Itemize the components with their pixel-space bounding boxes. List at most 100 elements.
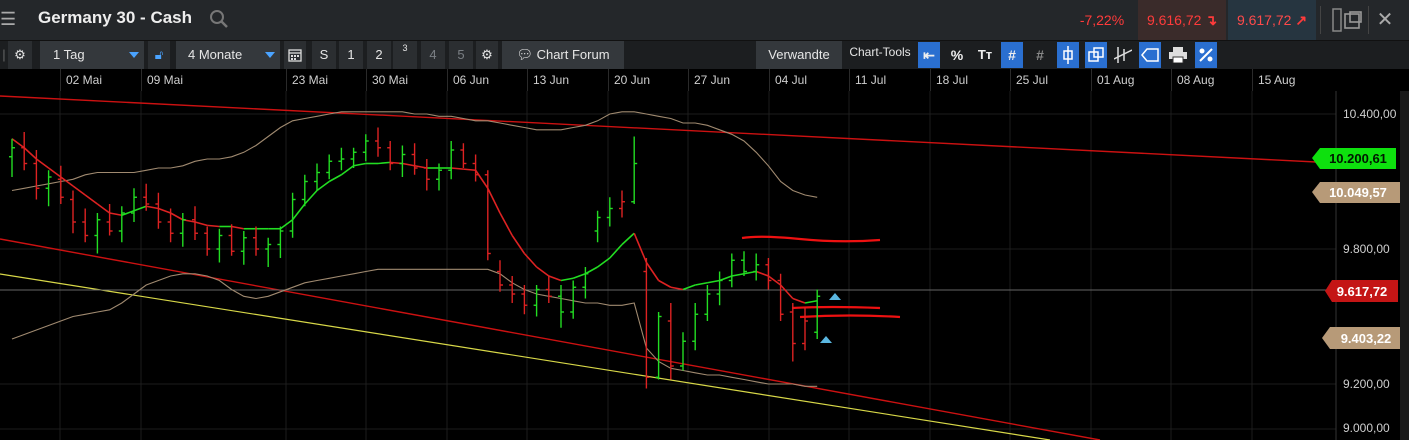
ma-segment bbox=[658, 279, 672, 288]
back-arrow-icon[interactable]: ⇤ bbox=[918, 42, 940, 68]
ohlc-bar bbox=[558, 285, 564, 328]
date-label: 09 Mai bbox=[147, 73, 184, 87]
ma-segment bbox=[170, 212, 184, 221]
ohlc-bar bbox=[643, 258, 650, 389]
date-label: 11 Jul bbox=[855, 73, 887, 87]
chart-settings-gear-icon[interactable]: ⚙ bbox=[476, 41, 498, 69]
date-tick bbox=[1252, 69, 1253, 91]
ma-segment bbox=[353, 162, 366, 167]
ohlc-bar bbox=[106, 204, 113, 236]
chart-forum-button[interactable]: 💬︎ Chart Forum bbox=[502, 41, 624, 69]
indicator-icon[interactable] bbox=[1112, 42, 1134, 68]
grid-alt-icon[interactable]: # bbox=[1029, 42, 1051, 68]
ohlc-bar bbox=[594, 210, 601, 243]
ma-segment bbox=[487, 187, 501, 214]
ohlc-bar bbox=[728, 253, 735, 288]
menu-icon[interactable]: ☰ bbox=[0, 0, 16, 40]
price-tag-red-label: 9.617,72 bbox=[1337, 284, 1388, 299]
print-icon[interactable] bbox=[1167, 42, 1189, 68]
alert-marker-upper[interactable] bbox=[829, 293, 841, 300]
close-icon[interactable]: ✕ bbox=[1368, 0, 1402, 40]
text-tool[interactable]: Tт bbox=[974, 42, 996, 68]
date-label: 20 Jun bbox=[614, 73, 651, 87]
ask-price-button[interactable]: 9.617,72 ↗ bbox=[1228, 0, 1316, 40]
ohlc-bar bbox=[460, 143, 467, 168]
tag-icon[interactable] bbox=[1139, 42, 1161, 68]
candle-icon[interactable] bbox=[1057, 42, 1079, 68]
trendline-upper[interactable] bbox=[0, 95, 1337, 164]
ma-segment bbox=[402, 162, 415, 167]
date-tick bbox=[688, 69, 689, 91]
chart-tools-label: Chart-Tools bbox=[849, 45, 911, 59]
ohlc-bar bbox=[362, 134, 369, 162]
settings-gear-icon[interactable]: ⚙ bbox=[8, 41, 32, 69]
ma-segment bbox=[133, 205, 147, 212]
date-tick bbox=[849, 69, 850, 91]
ohlc-bar bbox=[777, 273, 784, 321]
date-tick bbox=[1010, 69, 1011, 91]
ohlc-bar bbox=[655, 312, 662, 380]
trendline-lower[interactable] bbox=[0, 238, 1101, 440]
ohlc-bar bbox=[753, 253, 760, 281]
ohlc-bar bbox=[45, 170, 52, 207]
date-tick bbox=[447, 69, 448, 91]
related-button[interactable]: Verwandte bbox=[756, 41, 842, 69]
ma-segment bbox=[499, 212, 513, 236]
date-tick bbox=[930, 69, 931, 91]
layout-1-button[interactable]: 1 bbox=[339, 41, 363, 69]
ma-segment bbox=[695, 281, 708, 286]
bid-price-button[interactable]: 9.616,72 ↴ bbox=[1138, 0, 1226, 40]
layout-5-button[interactable]: 5 bbox=[449, 41, 473, 69]
ma-segment bbox=[474, 169, 489, 189]
ohlc-bar bbox=[619, 190, 625, 218]
ohlc-bar bbox=[216, 228, 223, 263]
layout-4-button[interactable]: 4 bbox=[421, 41, 445, 69]
ma-segment bbox=[780, 284, 794, 300]
ma-segment bbox=[11, 138, 25, 149]
layout-s-button[interactable]: S bbox=[312, 41, 336, 69]
ohlc-bar bbox=[240, 231, 247, 265]
drawn-line-lower[interactable] bbox=[799, 314, 901, 319]
ma-segment bbox=[377, 161, 391, 165]
ohlc-bar bbox=[472, 154, 479, 182]
lock-icon[interactable]: 🔓︎ bbox=[148, 41, 170, 69]
ohlc-bar bbox=[265, 237, 272, 267]
interval-dropdown[interactable]: 1 Tag bbox=[40, 41, 144, 69]
tools-icon[interactable] bbox=[1195, 42, 1217, 68]
layout-2-button[interactable]: 2 bbox=[367, 41, 391, 69]
ohlc-bar bbox=[204, 226, 211, 256]
ma-segment bbox=[304, 189, 318, 205]
ma-segment bbox=[463, 168, 476, 172]
percent-tool[interactable]: % bbox=[946, 42, 968, 68]
ma-segment bbox=[560, 277, 574, 282]
ma-segment bbox=[536, 266, 550, 277]
alert-marker-lower[interactable] bbox=[820, 336, 832, 343]
date-label: 08 Aug bbox=[1177, 73, 1215, 87]
price-chart[interactable]: 10.400,00 9.800,00 9.200,00 9.000,00 10.… bbox=[0, 91, 1409, 440]
search-icon[interactable] bbox=[209, 8, 229, 30]
ma-segment bbox=[96, 203, 111, 214]
range-dropdown[interactable]: 4 Monate bbox=[176, 41, 280, 69]
ma-segment bbox=[670, 286, 684, 291]
grid-icon[interactable]: # bbox=[1001, 42, 1023, 68]
compare-icon[interactable] bbox=[1085, 42, 1107, 68]
instrument-title: Germany 30 - Cash bbox=[38, 8, 193, 27]
arrow-up-icon: ↗ bbox=[1295, 12, 1308, 28]
band-lower-line bbox=[11, 268, 818, 387]
layout-3-button[interactable]: 3 bbox=[393, 41, 417, 69]
ohlc-bar bbox=[82, 208, 89, 243]
arrow-down-icon: ↴ bbox=[1205, 12, 1218, 28]
date-tick bbox=[286, 69, 287, 91]
ma-segment bbox=[523, 252, 538, 268]
price-axis-label: 9.200,00 bbox=[1343, 377, 1390, 391]
date-tick bbox=[60, 69, 61, 91]
detach-icon[interactable] bbox=[1336, 0, 1370, 40]
calendar-icon[interactable] bbox=[284, 41, 306, 69]
price-axis-scrollbar[interactable] bbox=[1400, 91, 1409, 440]
chevron-down-icon bbox=[129, 52, 139, 58]
ma-segment bbox=[146, 205, 159, 210]
ohlc-bar bbox=[21, 132, 28, 171]
date-label: 13 Jun bbox=[533, 73, 570, 87]
drawn-resistance-line[interactable] bbox=[741, 235, 881, 243]
date-label: 06 Jun bbox=[453, 73, 490, 87]
